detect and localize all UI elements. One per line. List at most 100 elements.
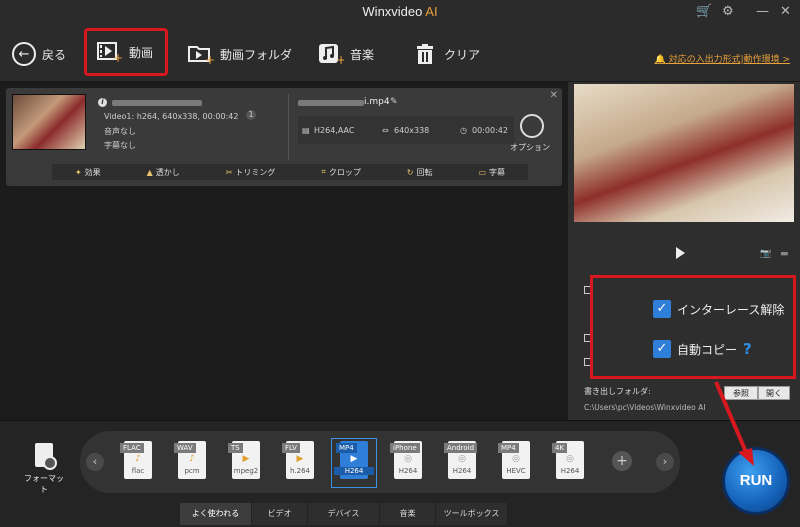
format-sub: pcm [184, 467, 200, 475]
tab-popular[interactable]: よく使われる [180, 503, 252, 525]
add-music-button[interactable]: + 音楽 [318, 34, 374, 74]
add-video-button[interactable]: + 動画 [84, 28, 168, 76]
checkbox-checked-icon[interactable]: ✓ [653, 300, 671, 318]
add-folder-button[interactable]: + 動画フォルダ [188, 34, 292, 74]
autocopy-option[interactable]: ✓ 自動コピー ? [653, 340, 752, 358]
options-label[interactable]: オプション [510, 142, 550, 153]
file-card[interactable]: i Video1: h264, 640x338, 00:00:42 1 音声なし… [6, 88, 562, 186]
format-flac[interactable]: FLAC ♪ flac [118, 441, 158, 485]
format-bar: フォーマット ‹ FLAC ♪ flac WAV ♪ pcm TS ▶ mpeg2 FLV ▶… [0, 420, 800, 527]
trim-button[interactable]: ✂ トリミング [226, 167, 276, 178]
format-tag: MP4 [336, 443, 357, 453]
scroll-right-icon[interactable]: › [656, 453, 674, 471]
run-button[interactable]: RUN [722, 447, 790, 515]
format-flv[interactable]: FLV ▶ h.264 [280, 441, 320, 485]
remove-file-icon[interactable]: ✕ [550, 90, 558, 101]
notice-text: 対応の入出力形式|動作環境 > [668, 55, 790, 65]
video-folder-label: 動画フォルダ [220, 47, 293, 62]
watermark-label: 透かし [155, 167, 180, 177]
track-count-badge[interactable]: 1 [246, 110, 256, 120]
bell-icon: 🔔 [654, 55, 666, 65]
format-button[interactable]: フォーマット [24, 443, 64, 494]
right-panel: 📷 ▬ ✓ インターレース解除 ✓ 自動コピー ? 書き出しフォルダ: C:\U… [568, 82, 800, 420]
app-window: Winxvideo AI 🛒 ⚙ — ✕ ← 戻る + 動画 + 動画フォルダ … [0, 0, 800, 527]
tab-video[interactable]: ビデオ [252, 503, 308, 525]
tab-music[interactable]: 音楽 [380, 503, 436, 525]
format-sub: h.264 [289, 467, 311, 475]
gear-icon[interactable]: ⚙ [722, 4, 734, 19]
folder-icon[interactable]: ▬ [780, 249, 789, 259]
device-glyph-icon: ◎ [458, 454, 466, 464]
watermark-button[interactable]: ▲ 透かし [147, 167, 180, 178]
video-glyph-icon: ◎ [512, 454, 520, 464]
rotate-button[interactable]: ↻ 回転 [407, 167, 433, 178]
format-android[interactable]: Android ◎ H264 [442, 441, 482, 485]
music-add-icon: + [318, 41, 344, 67]
tab-toolbox[interactable]: ツールボックス [436, 503, 508, 525]
device-glyph-icon: ◎ [404, 454, 412, 464]
help-icon[interactable]: ? [743, 340, 752, 358]
scissors-icon: ✂ [225, 167, 233, 177]
video-thumbnail[interactable] [12, 94, 86, 150]
scroll-left-icon[interactable]: ‹ [86, 453, 104, 471]
format-ts[interactable]: TS ▶ mpeg2 [226, 441, 266, 485]
cart-icon[interactable]: 🛒 [696, 4, 712, 19]
folder-add-icon: + [188, 41, 214, 67]
deinterlace-option[interactable]: ✓ インターレース解除 [653, 300, 784, 318]
crop-icon: ⌗ [321, 167, 326, 176]
crop-label: クロップ [328, 167, 361, 177]
format-tag: Android [444, 443, 478, 453]
play-icon[interactable] [676, 247, 685, 259]
subtitle-track[interactable]: 字幕なし [104, 140, 136, 151]
output-filename-blurred [298, 100, 364, 106]
back-button[interactable]: ← 戻る [12, 34, 66, 74]
clear-label: クリア [444, 47, 481, 62]
audio-glyph-icon: ♪ [189, 454, 195, 464]
browse-button[interactable]: 参照 [724, 386, 758, 400]
checkbox-checked-icon[interactable]: ✓ [653, 340, 671, 358]
audio-track[interactable]: 音声なし [104, 126, 136, 137]
output-filename[interactable]: i.mp4 [364, 97, 390, 107]
format-tag: 4K [552, 443, 568, 453]
clear-button[interactable]: クリア [412, 34, 480, 74]
audio-glyph-icon: ♪ [135, 454, 141, 464]
subtitle-button[interactable]: ▭ 字幕 [478, 167, 505, 178]
source-filename-blurred [112, 100, 202, 106]
options-gear-icon[interactable] [520, 114, 544, 138]
video-glyph-icon: ▶ [296, 454, 304, 464]
format-mp4-hevc[interactable]: MP4 ◎ HEVC [496, 441, 536, 485]
format-wav[interactable]: WAV ♪ pcm [172, 441, 212, 485]
subtitle-icon: ▭ [478, 167, 486, 177]
watermark-icon: ▲ [146, 167, 153, 177]
minimize-icon[interactable]: — [756, 4, 769, 19]
close-icon[interactable]: ✕ [780, 4, 791, 19]
crop-button[interactable]: ⌗ クロップ [321, 167, 361, 178]
format-tabs: よく使われる ビデオ デバイス 音楽 ツールボックス [180, 503, 508, 525]
rotate-label: 回転 [416, 167, 433, 177]
snapshot-icon[interactable]: 📷 [760, 249, 771, 259]
effect-button[interactable]: ✦ 効果 [75, 167, 101, 178]
format-tag: WAV [174, 443, 196, 453]
format-mp4-h264-selected[interactable]: MP4 ▶ H264 [331, 438, 377, 488]
format-4k[interactable]: 4K ◎ H264 [550, 441, 590, 485]
rotate-icon: ↻ [406, 167, 414, 177]
supported-formats-link[interactable]: 🔔 対応の入出力形式|動作環境 > [654, 52, 790, 65]
format-tag: MP4 [498, 443, 519, 453]
add-format-icon[interactable]: + [612, 451, 632, 471]
info-icon[interactable]: i [98, 98, 107, 107]
autocopy-label: 自動コピー [677, 342, 738, 357]
deinterlace-label: インターレース解除 [677, 302, 785, 317]
open-folder-button[interactable]: 開く [758, 386, 790, 400]
format-tag: FLV [282, 443, 300, 453]
trash-icon [412, 41, 438, 67]
output-path: C:\Users\pc\Videos\Winxvideo AI [584, 403, 706, 412]
title-bar: Winxvideo AI 🛒 ⚙ — ✕ [0, 0, 800, 26]
toolbar: ← 戻る + 動画 + 動画フォルダ + 音楽 クリア 🔔 対応の入出力形式|動… [0, 26, 800, 82]
tab-device[interactable]: デバイス [308, 503, 380, 525]
back-arrow-icon: ← [12, 42, 36, 66]
back-label: 戻る [42, 47, 67, 62]
output-codec: H264,AAC [314, 126, 355, 135]
svg-text:+: + [113, 51, 123, 63]
edit-pencil-icon[interactable]: ✎ [390, 97, 398, 107]
format-iphone[interactable]: iPhone ◎ H264 [388, 441, 428, 485]
